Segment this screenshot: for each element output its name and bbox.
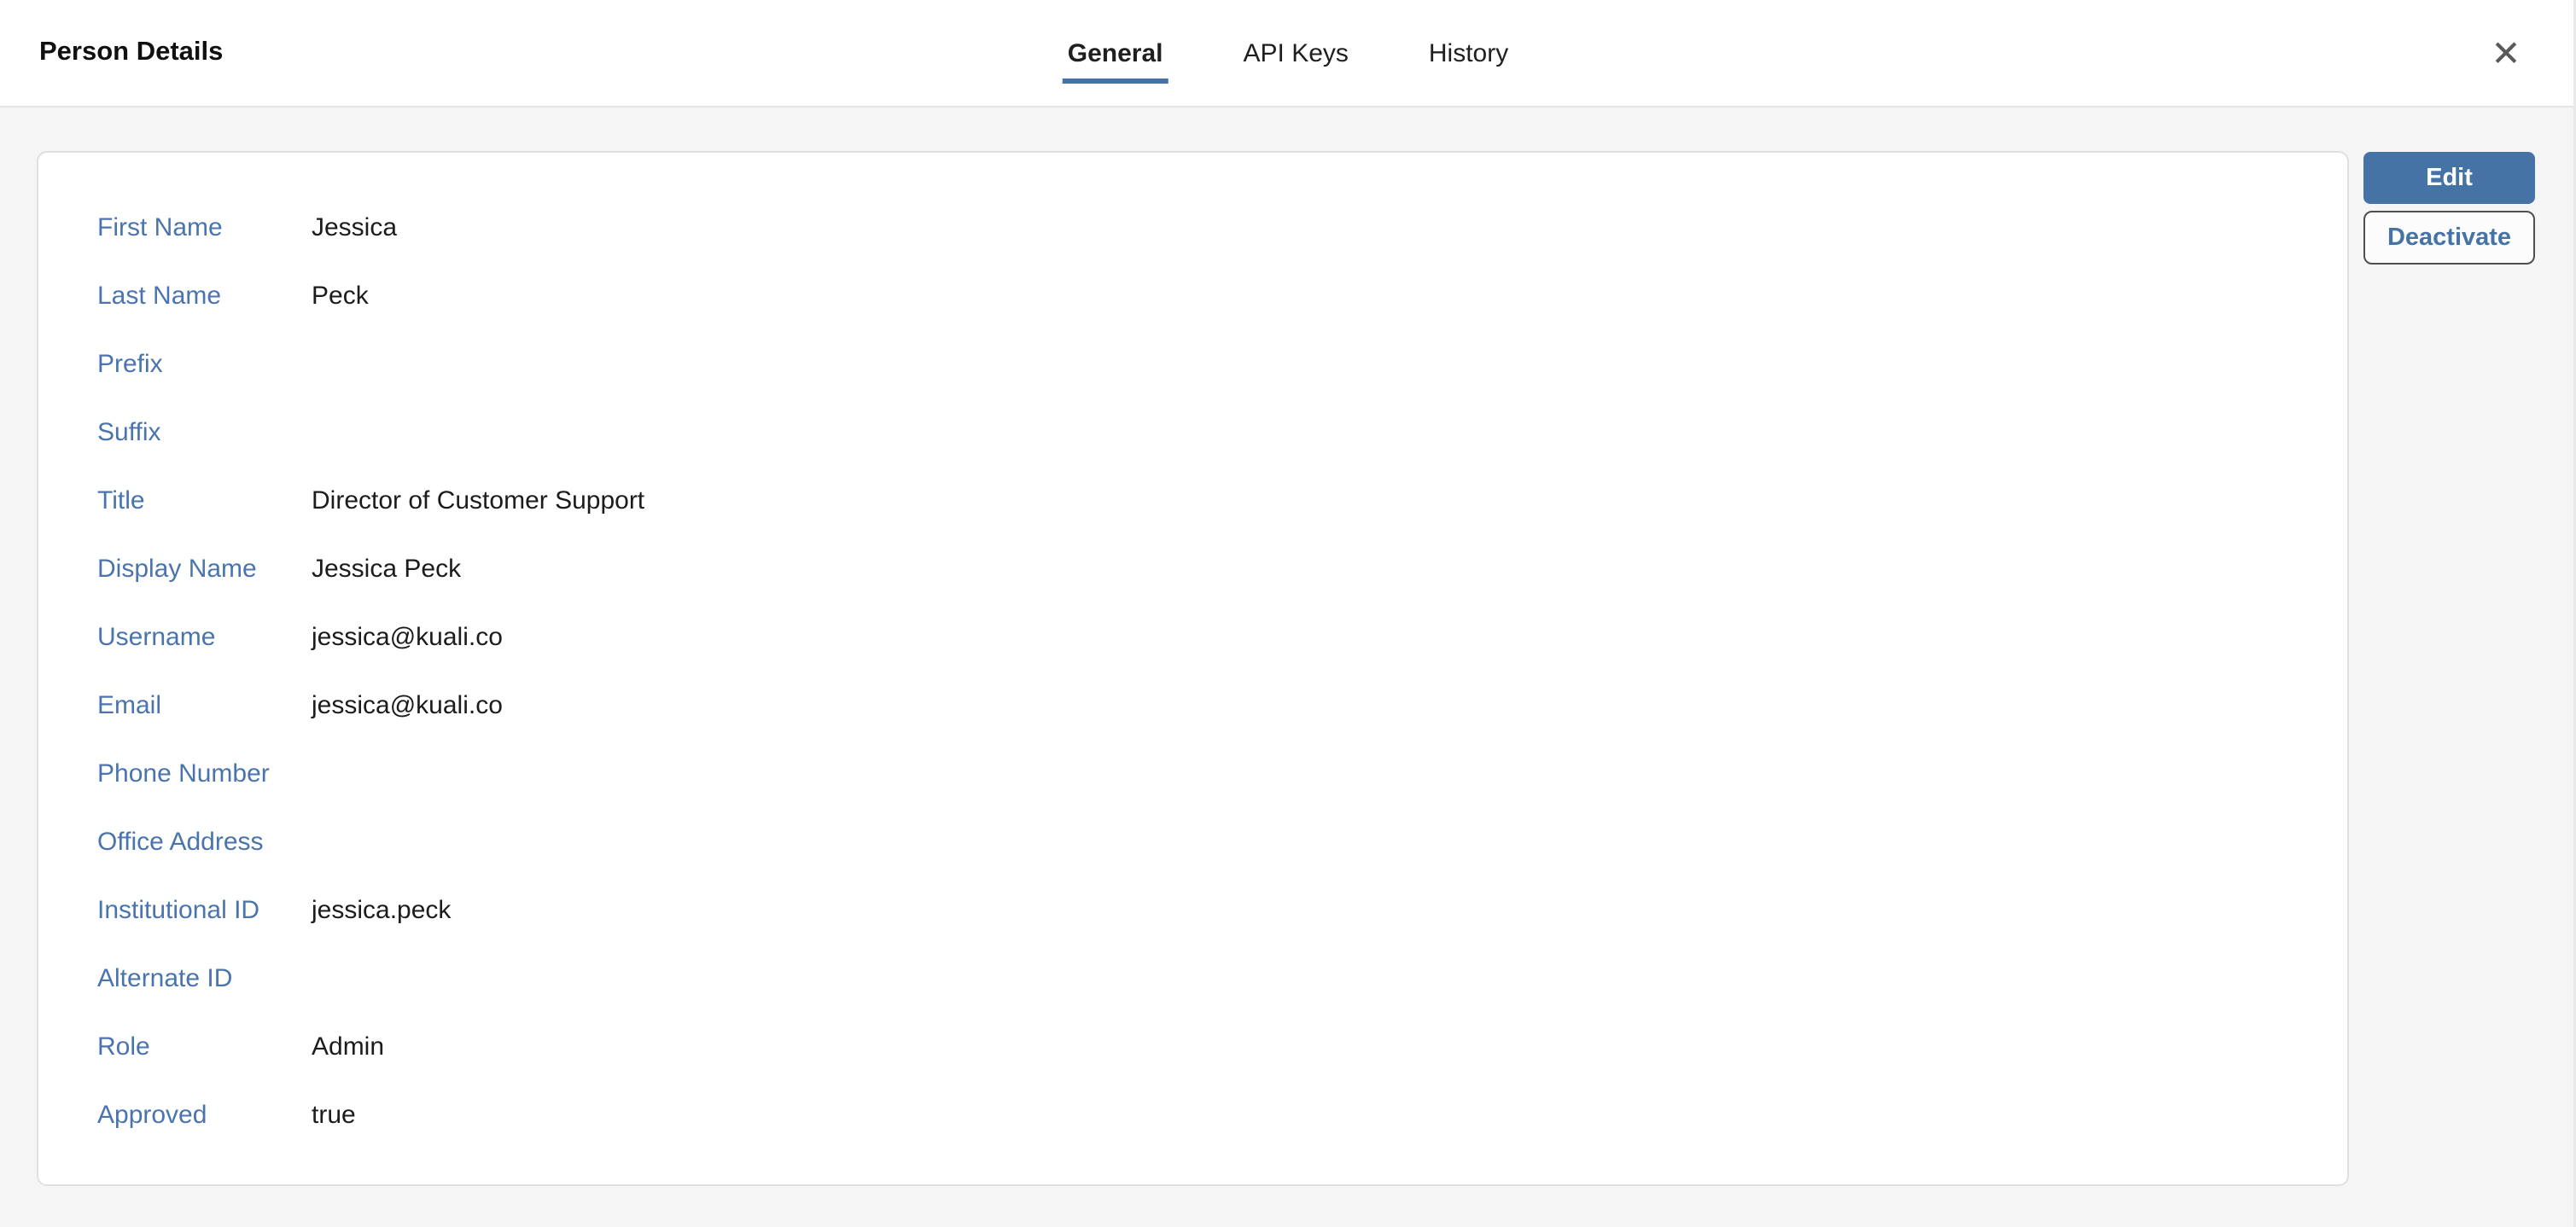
field-value: true — [312, 1101, 356, 1130]
tab-general[interactable]: General — [1063, 38, 1169, 84]
field-label: Display Name — [97, 555, 312, 584]
field-label: Institutional ID — [97, 896, 312, 925]
field-row-title: Title Director of Customer Support — [38, 467, 2347, 535]
field-label: Email — [97, 691, 312, 720]
field-value: jessica@kuali.co — [312, 623, 503, 652]
field-value: jessica@kuali.co — [312, 691, 503, 720]
field-label: Last Name — [97, 282, 312, 311]
field-label: Office Address — [97, 828, 312, 857]
field-label: Alternate ID — [97, 964, 312, 993]
person-details-page: Person Details General API Keys History … — [0, 0, 2576, 1227]
deactivate-button[interactable]: Deactivate — [2363, 211, 2535, 265]
field-label: Approved — [97, 1101, 312, 1130]
field-label: Suffix — [97, 418, 312, 447]
field-row-display-name: Display Name Jessica Peck — [38, 535, 2347, 603]
field-value: Jessica Peck — [312, 555, 461, 584]
field-row-institutional-id: Institutional ID jessica.peck — [38, 876, 2347, 945]
edit-button[interactable]: Edit — [2363, 152, 2535, 204]
field-label: Role — [97, 1032, 312, 1061]
field-row-first-name: First Name Jessica — [38, 194, 2347, 262]
field-row-role: Role Admin — [38, 1013, 2347, 1081]
field-label: Prefix — [97, 350, 312, 379]
field-label: Username — [97, 623, 312, 652]
field-row-phone-number: Phone Number — [38, 740, 2347, 808]
field-row-username: Username jessica@kuali.co — [38, 603, 2347, 672]
header-bar: Person Details General API Keys History … — [0, 0, 2576, 108]
person-details-card: First Name Jessica Last Name Peck Prefix… — [37, 151, 2349, 1186]
field-value: Peck — [312, 282, 369, 311]
field-value: Admin — [312, 1032, 384, 1061]
field-row-approved: Approved true — [38, 1081, 2347, 1149]
field-value: jessica.peck — [312, 896, 451, 925]
field-value: Jessica — [312, 213, 397, 242]
tab-history[interactable]: History — [1424, 38, 1513, 84]
close-icon[interactable]: ✕ — [2485, 32, 2527, 75]
page-title: Person Details — [39, 36, 223, 67]
field-row-last-name: Last Name Peck — [38, 262, 2347, 330]
field-value: Director of Customer Support — [312, 486, 644, 515]
tab-bar: General API Keys History — [1063, 0, 1513, 108]
field-label: Phone Number — [97, 759, 312, 788]
field-label: Title — [97, 486, 312, 515]
field-row-office-address: Office Address — [38, 808, 2347, 876]
tab-api-keys[interactable]: API Keys — [1238, 38, 1354, 84]
field-row-email: Email jessica@kuali.co — [38, 672, 2347, 740]
field-row-prefix: Prefix — [38, 330, 2347, 398]
field-label: First Name — [97, 213, 312, 242]
field-row-suffix: Suffix — [38, 398, 2347, 467]
field-row-alternate-id: Alternate ID — [38, 945, 2347, 1013]
